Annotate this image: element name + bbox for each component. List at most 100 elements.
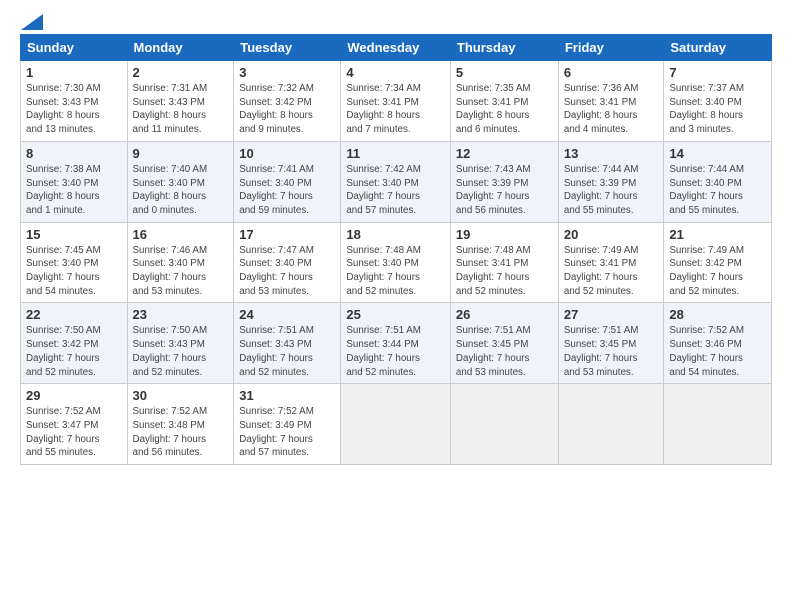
day-info: Sunrise: 7:46 AM Sunset: 3:40 PM Dayligh… [133, 244, 229, 299]
day-info: Sunrise: 7:34 AM Sunset: 3:41 PM Dayligh… [346, 82, 445, 137]
weekday-header: Friday [558, 35, 664, 61]
day-info: Sunrise: 7:48 AM Sunset: 3:40 PM Dayligh… [346, 244, 445, 299]
calendar-cell: 2 Sunrise: 7:31 AM Sunset: 3:43 PM Daylig… [127, 61, 234, 142]
calendar-cell: 29 Sunrise: 7:52 AM Sunset: 3:47 PM Dayli… [21, 384, 128, 465]
day-number: 10 [239, 146, 335, 161]
weekday-header: Tuesday [234, 35, 341, 61]
calendar-cell: 30 Sunrise: 7:52 AM Sunset: 3:48 PM Dayli… [127, 384, 234, 465]
calendar-cell: 21 Sunrise: 7:49 AM Sunset: 3:42 PM Dayli… [664, 222, 772, 303]
day-info: Sunrise: 7:36 AM Sunset: 3:41 PM Dayligh… [564, 82, 659, 137]
day-number: 26 [456, 307, 553, 322]
calendar-cell: 27 Sunrise: 7:51 AM Sunset: 3:45 PM Dayli… [558, 303, 664, 384]
day-info: Sunrise: 7:45 AM Sunset: 3:40 PM Dayligh… [26, 244, 122, 299]
calendar-week-row: 1 Sunrise: 7:30 AM Sunset: 3:43 PM Daylig… [21, 61, 772, 142]
calendar-cell: 20 Sunrise: 7:49 AM Sunset: 3:41 PM Dayli… [558, 222, 664, 303]
day-number: 22 [26, 307, 122, 322]
day-info: Sunrise: 7:41 AM Sunset: 3:40 PM Dayligh… [239, 163, 335, 218]
calendar-cell: 16Sunrise: 7:46 AM Sunset: 3:40 PM Dayli… [127, 222, 234, 303]
day-number: 19 [456, 227, 553, 242]
day-info: Sunrise: 7:48 AM Sunset: 3:41 PM Dayligh… [456, 244, 553, 299]
day-info: Sunrise: 7:44 AM Sunset: 3:40 PM Dayligh… [669, 163, 766, 218]
calendar-cell: 15 Sunrise: 7:45 AM Sunset: 3:40 PM Dayli… [21, 222, 128, 303]
day-info: Sunrise: 7:52 AM Sunset: 3:46 PM Dayligh… [669, 324, 766, 379]
calendar-cell: 11 Sunrise: 7:42 AM Sunset: 3:40 PM Dayli… [341, 141, 451, 222]
logo-icon [21, 14, 43, 30]
calendar-cell: 22Sunrise: 7:50 AM Sunset: 3:42 PM Dayli… [21, 303, 128, 384]
day-info: Sunrise: 7:50 AM Sunset: 3:43 PM Dayligh… [133, 324, 229, 379]
day-info: Sunrise: 7:49 AM Sunset: 3:41 PM Dayligh… [564, 244, 659, 299]
calendar-table: SundayMondayTuesdayWednesdayThursdayFrid… [20, 34, 772, 465]
calendar-cell: 5Sunrise: 7:35 AM Sunset: 3:41 PM Daylig… [450, 61, 558, 142]
day-number: 31 [239, 388, 335, 403]
day-number: 18 [346, 227, 445, 242]
calendar-cell: 8Sunrise: 7:38 AM Sunset: 3:40 PM Daylig… [21, 141, 128, 222]
day-number: 1 [26, 65, 122, 80]
calendar-cell: 18 Sunrise: 7:48 AM Sunset: 3:40 PM Dayli… [341, 222, 451, 303]
day-info: Sunrise: 7:52 AM Sunset: 3:47 PM Dayligh… [26, 405, 122, 460]
calendar-cell: 3Sunrise: 7:32 AM Sunset: 3:42 PM Daylig… [234, 61, 341, 142]
day-number: 17 [239, 227, 335, 242]
calendar-cell: 23 Sunrise: 7:50 AM Sunset: 3:43 PM Dayli… [127, 303, 234, 384]
weekday-header: Sunday [21, 35, 128, 61]
calendar-cell: 13Sunrise: 7:44 AM Sunset: 3:39 PM Dayli… [558, 141, 664, 222]
day-number: 8 [26, 146, 122, 161]
day-number: 21 [669, 227, 766, 242]
page: SundayMondayTuesdayWednesdayThursdayFrid… [0, 0, 792, 612]
day-number: 28 [669, 307, 766, 322]
calendar-cell [450, 384, 558, 465]
day-number: 11 [346, 146, 445, 161]
day-number: 13 [564, 146, 659, 161]
day-number: 14 [669, 146, 766, 161]
day-number: 7 [669, 65, 766, 80]
day-number: 29 [26, 388, 122, 403]
calendar-cell: 17 Sunrise: 7:47 AM Sunset: 3:40 PM Dayli… [234, 222, 341, 303]
day-number: 12 [456, 146, 553, 161]
day-number: 5 [456, 65, 553, 80]
calendar-cell: 31 Sunrise: 7:52 AM Sunset: 3:49 PM Dayli… [234, 384, 341, 465]
calendar-week-row: 22Sunrise: 7:50 AM Sunset: 3:42 PM Dayli… [21, 303, 772, 384]
calendar-cell: 7Sunrise: 7:37 AM Sunset: 3:40 PM Daylig… [664, 61, 772, 142]
day-info: Sunrise: 7:42 AM Sunset: 3:40 PM Dayligh… [346, 163, 445, 218]
day-info: Sunrise: 7:51 AM Sunset: 3:45 PM Dayligh… [456, 324, 553, 379]
day-info: Sunrise: 7:52 AM Sunset: 3:48 PM Dayligh… [133, 405, 229, 460]
calendar-header-row: SundayMondayTuesdayWednesdayThursdayFrid… [21, 35, 772, 61]
day-number: 20 [564, 227, 659, 242]
calendar-cell: 19 Sunrise: 7:48 AM Sunset: 3:41 PM Dayli… [450, 222, 558, 303]
day-info: Sunrise: 7:31 AM Sunset: 3:43 PM Dayligh… [133, 82, 229, 137]
weekday-header: Wednesday [341, 35, 451, 61]
calendar-week-row: 8Sunrise: 7:38 AM Sunset: 3:40 PM Daylig… [21, 141, 772, 222]
day-number: 25 [346, 307, 445, 322]
day-number: 6 [564, 65, 659, 80]
day-number: 30 [133, 388, 229, 403]
day-number: 15 [26, 227, 122, 242]
calendar-cell: 26 Sunrise: 7:51 AM Sunset: 3:45 PM Dayli… [450, 303, 558, 384]
calendar-cell: 10 Sunrise: 7:41 AM Sunset: 3:40 PM Dayli… [234, 141, 341, 222]
day-number: 9 [133, 146, 229, 161]
day-number: 2 [133, 65, 229, 80]
calendar-cell: 1 Sunrise: 7:30 AM Sunset: 3:43 PM Daylig… [21, 61, 128, 142]
calendar-cell: 24Sunrise: 7:51 AM Sunset: 3:43 PM Dayli… [234, 303, 341, 384]
day-info: Sunrise: 7:49 AM Sunset: 3:42 PM Dayligh… [669, 244, 766, 299]
calendar-cell: 9Sunrise: 7:40 AM Sunset: 3:40 PM Daylig… [127, 141, 234, 222]
calendar-cell: 28 Sunrise: 7:52 AM Sunset: 3:46 PM Dayli… [664, 303, 772, 384]
calendar-cell: 4 Sunrise: 7:34 AM Sunset: 3:41 PM Daylig… [341, 61, 451, 142]
calendar-cell: 6 Sunrise: 7:36 AM Sunset: 3:41 PM Daylig… [558, 61, 664, 142]
day-number: 3 [239, 65, 335, 80]
day-info: Sunrise: 7:43 AM Sunset: 3:39 PM Dayligh… [456, 163, 553, 218]
day-number: 23 [133, 307, 229, 322]
weekday-header: Saturday [664, 35, 772, 61]
day-info: Sunrise: 7:47 AM Sunset: 3:40 PM Dayligh… [239, 244, 335, 299]
day-number: 27 [564, 307, 659, 322]
calendar-week-row: 29 Sunrise: 7:52 AM Sunset: 3:47 PM Dayli… [21, 384, 772, 465]
day-info: Sunrise: 7:30 AM Sunset: 3:43 PM Dayligh… [26, 82, 122, 137]
header [20, 16, 772, 26]
calendar-cell [558, 384, 664, 465]
day-info: Sunrise: 7:52 AM Sunset: 3:49 PM Dayligh… [239, 405, 335, 460]
day-info: Sunrise: 7:51 AM Sunset: 3:45 PM Dayligh… [564, 324, 659, 379]
logo [20, 16, 43, 26]
calendar-cell [341, 384, 451, 465]
day-info: Sunrise: 7:51 AM Sunset: 3:43 PM Dayligh… [239, 324, 335, 379]
calendar-cell [664, 384, 772, 465]
weekday-header: Monday [127, 35, 234, 61]
day-number: 4 [346, 65, 445, 80]
